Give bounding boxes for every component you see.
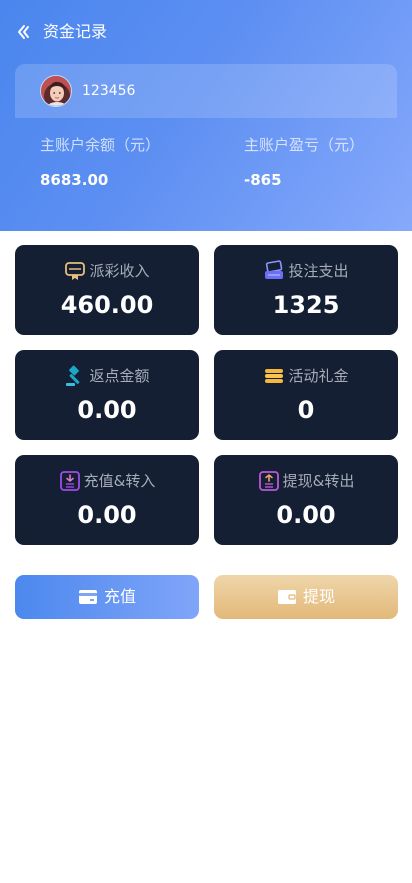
page-title: 资金记录: [43, 22, 108, 41]
username: 123456: [82, 83, 136, 99]
user-avatar-image: [41, 76, 71, 106]
stat-label: 派彩收入: [89, 262, 150, 280]
stat-label: 活动礼金: [288, 367, 349, 385]
wallet-card-icon: [265, 260, 284, 279]
stat-value: 0.00: [276, 501, 336, 529]
stat-label: 投注支出: [288, 262, 349, 280]
stat-value: 0.00: [77, 396, 137, 424]
deposit-label: 充值: [103, 587, 136, 606]
top-nav-bar: 资金记录: [0, 0, 412, 64]
stat-label: 充值&转入: [83, 472, 156, 490]
deposit-button[interactable]: 充值: [15, 575, 199, 619]
coin-stack-icon: [265, 369, 284, 383]
deposit-in-icon: [59, 471, 80, 491]
wallet-icon: [277, 590, 296, 604]
withdraw-label: 提现: [302, 587, 335, 606]
stat-label: 返点金额: [89, 367, 150, 385]
main-profit-value: -865: [244, 171, 282, 189]
back-button[interactable]: [12, 20, 36, 44]
stat-card-rebate-amount: 返点金额 0.00: [15, 350, 199, 440]
stat-value: 0: [297, 396, 315, 424]
stat-card-withdraw-transfer-out: 提现&转出 0.00: [214, 455, 398, 545]
main-balance-label: 主账户余额（元）: [40, 136, 161, 154]
card-icon: [78, 590, 97, 604]
stat-value: 0.00: [77, 501, 137, 529]
withdraw-out-icon: [258, 471, 279, 491]
stat-card-event-bonus: 活动礼金 0: [214, 350, 398, 440]
chevron-left-icon: [18, 25, 29, 39]
award-icon: [65, 262, 86, 280]
stat-label: 提现&转出: [282, 472, 355, 490]
main-profit-label: 主账户盈亏（元）: [244, 136, 365, 154]
stat-value: 1325: [272, 291, 340, 319]
main-balance-value: 8683.00: [40, 171, 109, 189]
stat-card-payout-income: 派彩收入 460.00: [15, 245, 199, 335]
withdraw-button[interactable]: 提现: [214, 575, 398, 619]
avatar: [40, 75, 72, 107]
account-header: 资金记录 123456 主账户余额（元） 8683.00 主账户盈亏（元） -8…: [0, 0, 412, 231]
user-info-card: 123456: [15, 64, 397, 118]
stat-card-deposit-transfer-in: 充值&转入 0.00: [15, 455, 199, 545]
gavel-icon: [66, 365, 80, 386]
stat-card-bet-expense: 投注支出 1325: [214, 245, 398, 335]
stat-value: 460.00: [60, 291, 154, 319]
